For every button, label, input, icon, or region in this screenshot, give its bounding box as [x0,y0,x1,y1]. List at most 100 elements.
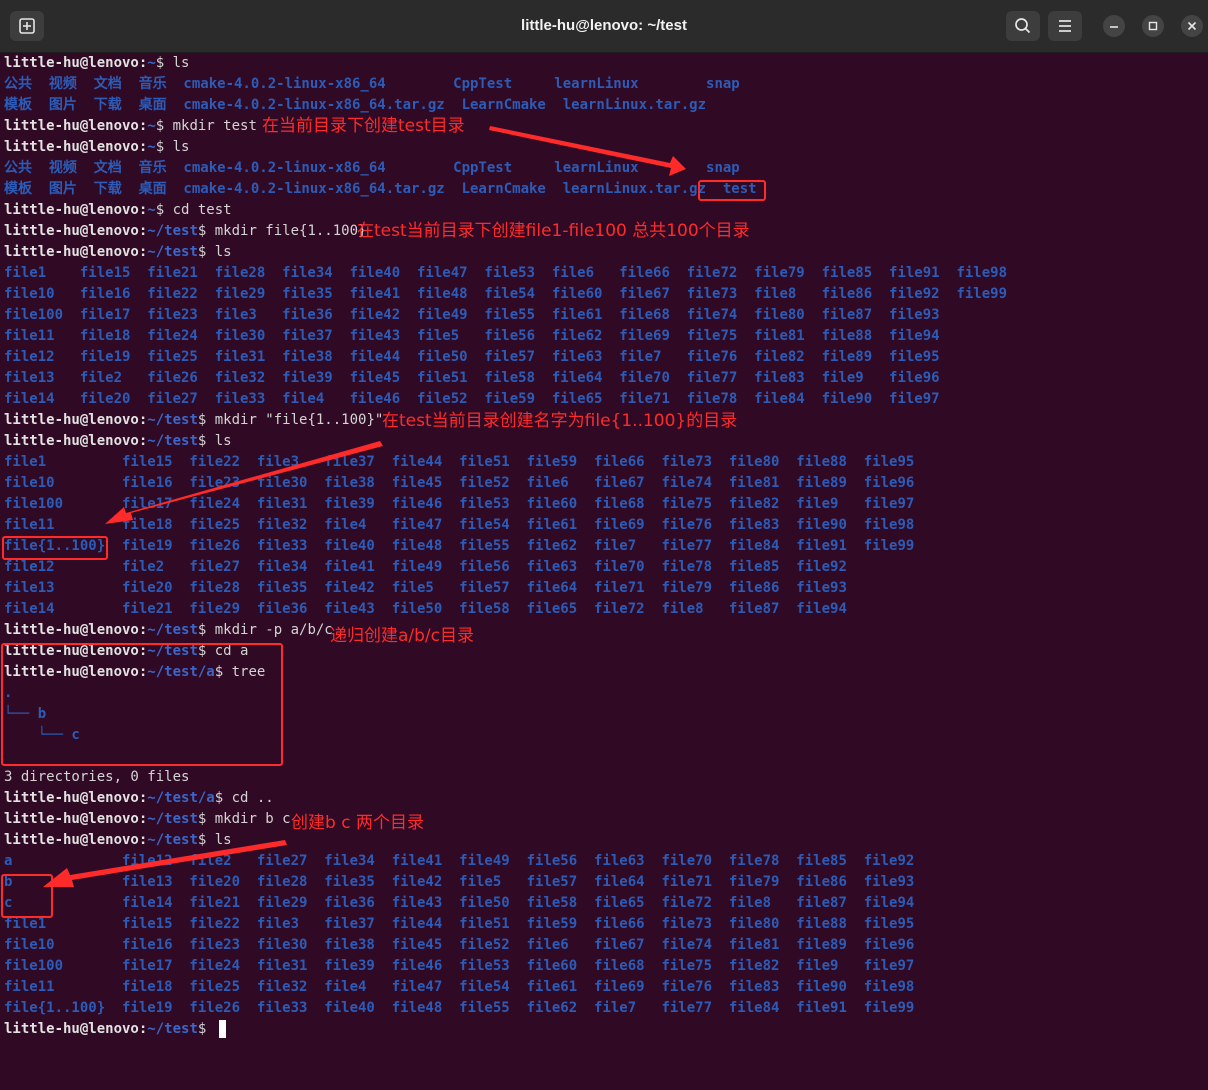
prompt-user: little-hu@lenovo [4,412,139,428]
output-line: c file14 file21 file29 file36 file43 fil… [4,895,915,911]
command-text: mkdir test [172,118,257,134]
prompt-path: ~ [147,118,156,134]
output-plain-line: 3 directories, 0 files [4,769,190,785]
command-text: ls [214,832,232,848]
output-line: 模板 图片 下载 桌面 cmake-4.0.2-linux-x86_64.tar… [4,97,707,113]
prompt-path: ~/test [147,412,198,428]
annotation-mkdir-quoted: 在test当前目录创建名字为file{1..100}的目录 [382,411,738,431]
prompt-user: little-hu@lenovo [4,1021,139,1037]
close-icon [1187,21,1197,31]
output-line: file{1..100} file19 file26 file33 file40… [4,1000,915,1016]
close-button[interactable] [1181,15,1203,37]
output-line: file11 file18 file25 file32 file4 file47… [4,979,915,995]
command-line: little-hu@lenovo:~/test$ [4,1019,226,1040]
annotation-mkdir-brace: 在test当前目录下创建file1-file100 总共100个目录 [357,221,750,241]
output-line: file12 file2 file27 file34 file41 file49… [4,559,847,575]
command-line: little-hu@lenovo:~$ ls [4,139,190,155]
output-line: 公共 视频 文档 音乐 cmake-4.0.2-linux-x86_64 Cpp… [4,160,740,176]
output-line: file11 file18 file25 file32 file4 file47… [4,517,915,533]
annotation-mkdir-b-c: 创建b c 两个目录 [291,813,424,833]
output-line: file10 file16 file23 file30 file38 file4… [4,475,915,491]
prompt-user: little-hu@lenovo [4,622,139,638]
command-line: little-hu@lenovo:~/test/a$ cd .. [4,790,274,806]
search-icon [1015,18,1031,34]
command-line: little-hu@lenovo:~/test$ ls [4,244,232,260]
command-line: little-hu@lenovo:~/test$ mkdir b c [4,811,291,827]
output-line: file11 file18 file24 file30 file37 file4… [4,328,940,344]
prompt-user: little-hu@lenovo [4,832,139,848]
command-line: little-hu@lenovo:~$ mkdir test [4,118,257,134]
minimize-icon [1110,26,1118,28]
command-line: little-hu@lenovo:~/test$ ls [4,433,232,449]
annotation-mkdir-test: 在当前目录下创建test目录 [262,116,465,136]
command-text: mkdir -p a/b/c [214,622,333,638]
prompt-path: ~/test [147,832,198,848]
prompt-path: ~/test [147,433,198,449]
command-line: little-hu@lenovo:~/test$ mkdir -p a/b/c [4,622,333,638]
command-text: ls [172,55,190,71]
prompt-path: ~/test [147,811,198,827]
output-line: file100 file17 file24 file31 file39 file… [4,958,915,974]
prompt-user: little-hu@lenovo [4,244,139,260]
output-line: a file12 file2 file27 file34 file41 file… [4,853,915,869]
annotation-mkdir-recursive: 递归创建a/b/c目录 [330,626,475,646]
output-line: 模板 图片 下载 桌面 cmake-4.0.2-linux-x86_64.tar… [4,181,757,197]
prompt-user: little-hu@lenovo [4,223,139,239]
command-text: mkdir "file{1..100}" [214,412,384,428]
maximize-icon [1148,21,1158,31]
highlight-test-dir [698,180,766,201]
output-line: file100 file17 file24 file31 file39 file… [4,496,915,512]
command-text: mkdir b c [214,811,291,827]
highlight-brace-dir [2,536,108,560]
output-line: file13 file20 file28 file35 file42 file5… [4,580,847,596]
prompt-path: ~ [147,139,156,155]
prompt-path: ~ [147,55,156,71]
highlight-tree-output [1,643,283,766]
output-line: file12 file19 file25 file31 file38 file4… [4,349,940,365]
terminal-view[interactable]: little-hu@lenovo:~$ ls 公共 视频 文档 音乐 cmake-… [0,52,1208,1090]
command-text: cd .. [231,790,274,806]
command-line: little-hu@lenovo:~/test$ ls [4,832,232,848]
highlight-b-c-dirs [1,874,53,918]
command-line: little-hu@lenovo:~/test$ mkdir file{1..1… [4,223,367,239]
prompt-user: little-hu@lenovo [4,811,139,827]
output-line: file14 file21 file29 file36 file43 file5… [4,601,847,617]
command-text: ls [172,139,190,155]
prompt-user: little-hu@lenovo [4,55,139,71]
prompt-path: ~/test [147,223,198,239]
command-text: ls [214,433,232,449]
output-line: file14 file20 file27 file33 file4 file46… [4,391,940,407]
prompt-user: little-hu@lenovo [4,790,139,806]
prompt-path: ~/test [147,1021,198,1037]
output-line: file13 file2 file26 file32 file39 file45… [4,370,940,386]
search-button[interactable] [1006,11,1040,41]
minimize-button[interactable] [1103,15,1125,37]
title-bar: little-hu@lenovo: ~/test [0,0,1208,53]
command-line: little-hu@lenovo:~$ ls [4,55,190,71]
command-line: little-hu@lenovo:~$ cd test [4,202,232,218]
prompt-user: little-hu@lenovo [4,139,139,155]
prompt-path: ~/test/a [147,790,215,806]
prompt-path: ~/test [147,622,198,638]
command-text: cd test [172,202,232,218]
output-line: b file13 file20 file28 file35 file42 fil… [4,874,915,890]
menu-button[interactable] [1048,11,1082,41]
output-line: file1 file15 file22 file3 file37 file44 … [4,916,915,932]
prompt-path: ~/test [147,244,198,260]
output-line: file1 file15 file22 file3 file37 file44 … [4,454,915,470]
command-text: ls [214,244,232,260]
output-line: file{1..100} file19 file26 file33 file40… [4,538,915,554]
prompt-user: little-hu@lenovo [4,433,139,449]
output-line: 公共 视频 文档 音乐 cmake-4.0.2-linux-x86_64 Cpp… [4,76,740,92]
maximize-button[interactable] [1142,15,1164,37]
menu-icon [1059,20,1071,32]
output-line: file10 file16 file22 file29 file35 file4… [4,286,1008,302]
output-line: file10 file16 file23 file30 file38 file4… [4,937,915,953]
prompt-path: ~ [147,202,156,218]
command-text: mkdir file{1..100} [214,223,367,239]
prompt-user: little-hu@lenovo [4,118,139,134]
output-line: file100 file17 file23 file3 file36 file4… [4,307,940,323]
prompt-user: little-hu@lenovo [4,202,139,218]
command-line: little-hu@lenovo:~/test$ mkdir "file{1..… [4,412,384,428]
output-line: file1 file15 file21 file28 file34 file40… [4,265,1008,281]
